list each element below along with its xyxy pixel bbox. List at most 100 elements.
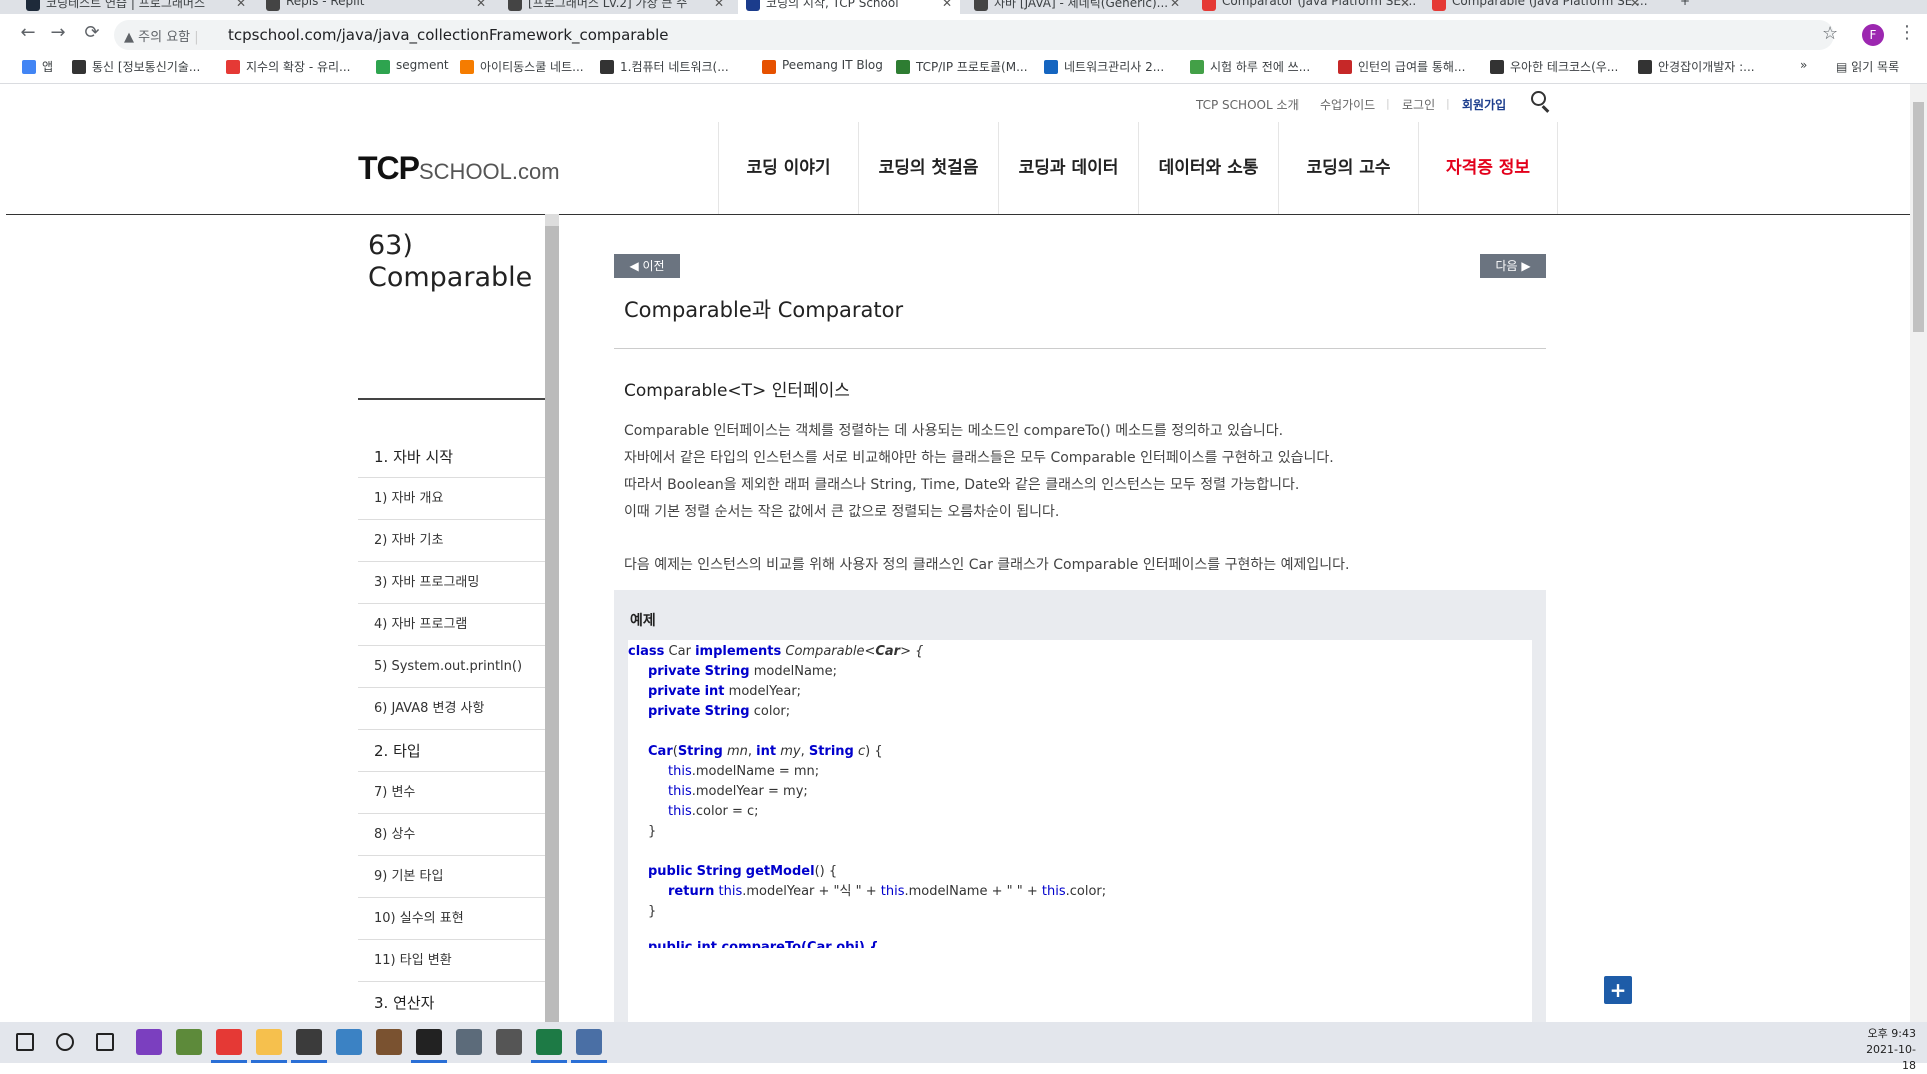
gnb-certification[interactable]: 자격증 정보 <box>1418 122 1558 214</box>
browser-tab[interactable]: 코딩의 시작, TCP School ✕ <box>738 0 960 14</box>
bookmark-item[interactable]: Peemang IT Blog <box>762 58 883 74</box>
sidebar-item[interactable]: 2) 자바 기초 <box>358 520 548 562</box>
code-line: } <box>648 904 657 919</box>
sidebar-scrollbar-thumb[interactable] <box>545 226 559 1022</box>
sidebar-item[interactable]: 7) 변수 <box>358 772 548 814</box>
reload-button[interactable]: ⟳ <box>80 22 104 43</box>
gnb-coding-story[interactable]: 코딩 이야기 <box>718 122 858 214</box>
security-warning-label: 주의 요함 <box>138 30 191 45</box>
gnb-data-communication[interactable]: 데이터와 소통 <box>1138 122 1278 214</box>
app-icon-8[interactable] <box>376 1029 402 1055</box>
chrome-icon[interactable] <box>216 1029 242 1055</box>
gnb-coding-master[interactable]: 코딩의 고수 <box>1278 122 1418 214</box>
tab-close-icon[interactable]: ✕ <box>714 0 724 10</box>
tab-close-icon[interactable]: ✕ <box>1630 0 1640 10</box>
bookmark-favicon-icon <box>1338 60 1352 74</box>
sidebar-chapter[interactable]: 2. 타입 <box>358 730 548 772</box>
page-scrollbar[interactable] <box>1910 84 1927 1022</box>
sidebar-item[interactable]: 4) 자바 프로그램 <box>358 604 548 646</box>
bookmark-item[interactable]: 통신 [정보통신기술... <box>72 58 200 75</box>
excel-icon[interactable] <box>536 1029 562 1055</box>
page-scrollbar-thumb[interactable] <box>1913 102 1924 332</box>
sidebar-item[interactable]: 10) 실수의 표현 <box>358 898 548 940</box>
url-text[interactable]: tcpschool.com/java/java_collectionFramew… <box>228 26 669 44</box>
profile-avatar[interactable]: F <box>1862 24 1884 46</box>
browser-tab[interactable]: Comparable (Java Platform SE ... ✕ <box>1424 0 1648 14</box>
example-box: 예제 class Car implements Comparable<Car> … <box>614 590 1546 1022</box>
top-link-about[interactable]: TCP SCHOOL 소개 <box>1196 96 1299 113</box>
bookmarks-more-button[interactable]: » <box>1800 58 1807 72</box>
bookmark-item[interactable]: TCP/IP 프로토콜(M... <box>896 58 1028 75</box>
app-icon-2[interactable] <box>176 1029 202 1055</box>
browser-tab[interactable]: Repls - Replit ✕ <box>258 0 494 14</box>
code-line: public String getModel() { <box>648 864 838 879</box>
sidebar-item[interactable]: 9) 기본 타입 <box>358 856 548 898</box>
bookmark-star-icon[interactable]: ☆ <box>1822 23 1838 44</box>
clock-app-icon[interactable] <box>496 1029 522 1055</box>
browser-tab[interactable]: 코딩테스트 연습 | 프로그래머스 ✕ <box>18 0 254 14</box>
bookmark-favicon-icon <box>896 60 910 74</box>
sidebar-chapter[interactable]: 3. 연산자 <box>358 982 548 1022</box>
sidebar-item[interactable]: 6) JAVA8 변경 사항 <box>358 688 548 730</box>
site-search-icon[interactable] <box>1531 91 1551 113</box>
bookmark-item[interactable]: 1.컴퓨터 네트워크(... <box>600 58 729 75</box>
sidebar-chapter[interactable]: 1. 자바 시작 <box>358 436 548 478</box>
forward-button[interactable]: → <box>46 22 70 43</box>
tab-close-icon[interactable]: ✕ <box>236 0 246 10</box>
sidebar-item[interactable]: 8) 상수 <box>358 814 548 856</box>
bookmark-item[interactable]: 시험 하루 전에 쓰... <box>1190 58 1310 75</box>
bookmark-item[interactable]: 안경잡이개발자 :... <box>1638 58 1755 75</box>
tab-favicon-icon <box>974 0 988 11</box>
visual-studio-icon[interactable] <box>136 1029 162 1055</box>
app-icon-10[interactable] <box>456 1029 482 1055</box>
top-link-login[interactable]: 로그인 <box>1402 96 1435 113</box>
browser-menu-icon[interactable]: ⋮ <box>1898 22 1916 43</box>
bookmark-item[interactable]: segment <box>376 58 449 74</box>
gnb-first-steps[interactable]: 코딩의 첫걸음 <box>858 122 998 214</box>
paragraph: 다음 예제는 인스턴스의 비교를 위해 사용자 정의 클래스인 Car 클래스가… <box>624 557 1350 573</box>
search-icon[interactable] <box>56 1033 74 1051</box>
bookmark-label: 인턴의 급여를 통해... <box>1358 60 1466 74</box>
app-icon-7[interactable] <box>336 1029 362 1055</box>
bookmark-label: 시험 하루 전에 쓰... <box>1210 60 1311 74</box>
file-explorer-icon[interactable] <box>256 1029 282 1055</box>
tab-close-icon[interactable]: ✕ <box>476 0 486 10</box>
bookmark-item[interactable]: 네트워크관리사 2... <box>1044 58 1164 75</box>
sidebar-item[interactable]: 3) 자바 프로그래밍 <box>358 562 548 604</box>
windows-start-icon[interactable] <box>16 1033 34 1051</box>
bookmark-item[interactable]: 인턴의 급여를 통해... <box>1338 58 1465 75</box>
tab-close-icon[interactable]: ✕ <box>1400 0 1410 10</box>
back-button[interactable]: ← <box>16 22 40 43</box>
site-logo[interactable]: TCPSCHOOL.com <box>358 150 560 187</box>
bookmark-item[interactable]: 우아한 테크코스(우... <box>1490 58 1618 75</box>
new-tab-button[interactable]: + <box>1672 0 1702 14</box>
bookmark-item[interactable]: 앱 <box>22 58 53 75</box>
code-line: private int modelYear; <box>648 684 802 699</box>
sidebar-item[interactable]: 11) 타입 변환 <box>358 940 548 982</box>
sidebar-item[interactable]: 5) System.out.println() <box>358 646 548 688</box>
bookmark-item[interactable]: 지수의 확장 - 유리... <box>226 58 351 75</box>
task-view-icon[interactable] <box>96 1033 114 1051</box>
reading-list-button[interactable]: ▤ 읽기 목록 <box>1836 58 1899 75</box>
divider: | <box>1296 97 1300 110</box>
top-link-signup[interactable]: 회원가입 <box>1462 96 1506 113</box>
prev-button[interactable]: ◀ 이전 <box>614 254 680 278</box>
code-line: this.modelName = mn; <box>668 764 820 779</box>
top-link-guide[interactable]: 수업가이드 <box>1320 96 1375 113</box>
browser-tab[interactable]: Comparator (Java Platform SE ... ✕ <box>1194 0 1418 14</box>
browser-tab[interactable]: [프로그래머스 Lv.2] 가장 큰 수 ✕ <box>500 0 732 14</box>
floating-plus-button[interactable]: + <box>1604 976 1632 1004</box>
sidebar-scrollbar[interactable] <box>545 214 559 1022</box>
tab-close-icon[interactable]: ✕ <box>1170 0 1180 10</box>
taskbar-clock[interactable]: 오후 9:43 2021-10-18 <box>1856 1026 1916 1074</box>
next-button[interactable]: 다음 ▶ <box>1480 254 1546 278</box>
security-warning[interactable]: ▲ 주의 요함 | <box>124 26 199 45</box>
sidebar-item[interactable]: 1) 자바 개요 <box>358 478 548 520</box>
gnb-coding-data[interactable]: 코딩과 데이터 <box>998 122 1138 214</box>
browser-tab[interactable]: 자바 [JAVA] - 제네릭(Generic)... ✕ <box>966 0 1188 14</box>
sticky-notes-icon[interactable] <box>296 1029 322 1055</box>
tab-close-icon[interactable]: ✕ <box>942 0 952 10</box>
terminal-icon[interactable] <box>416 1029 442 1055</box>
app-icon-13[interactable] <box>576 1029 602 1055</box>
bookmark-item[interactable]: 아이티동스쿨 네트... <box>460 58 584 75</box>
